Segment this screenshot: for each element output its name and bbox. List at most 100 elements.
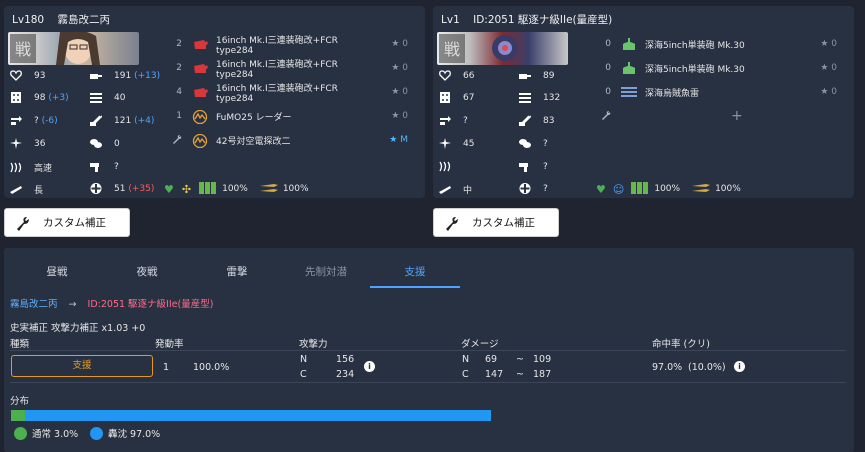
stat-torpedo: 40 (90, 92, 125, 103)
right-ship-header: Lv1 ID:2051 駆逐ナ級IIe(量産型) (441, 12, 622, 27)
fuel-percent: 100% (222, 184, 248, 194)
aircraft-icon (10, 138, 22, 149)
stat-asw-value: 0 (114, 138, 120, 149)
equipment-row[interactable]: 0 深海5inch単装砲 Mk.30 ★ 0 (597, 37, 837, 51)
red-gun-icon (192, 62, 208, 74)
legend-sink: 轟沈 97.0% (90, 426, 160, 440)
equipment-row[interactable]: 1 FuMO25 レーダー ★ 0 (168, 109, 408, 125)
right-ship-name: ID:2051 駆逐ナ級IIe(量産型) (473, 14, 613, 26)
stat-evasion-value: ? (463, 115, 468, 126)
tab-opening-asw[interactable]: 先制対潜 (281, 264, 371, 279)
equipment-row[interactable]: 4 16inch Mk.I三連装砲改+FCR type284 ★ 0 (168, 84, 408, 104)
power-c-label: C (300, 369, 307, 380)
equipment-slot: 0 (605, 87, 611, 97)
power-n-value: 156 (336, 354, 355, 365)
damage-n-tilde: ~ (516, 354, 524, 365)
equipment-row[interactable]: 0 深海烏賊魚雷 ★ 0 (597, 85, 837, 99)
heart-icon (10, 70, 22, 81)
asw-icon (90, 138, 102, 149)
stat-aircraft: 45 (439, 138, 474, 149)
tab-support[interactable]: 支援 (370, 264, 460, 279)
speed-icon (10, 162, 22, 173)
equipment-slot: 4 (176, 87, 182, 97)
hit-info-icon[interactable]: i (734, 361, 745, 372)
stat-torpedo: 132 (519, 92, 560, 103)
torpedo-stat-icon (519, 92, 531, 103)
smile-icon: ☺ (612, 182, 625, 196)
equipment-row[interactable]: 2 16inch Mk.I三連装砲改+FCR type284 ★ 0 (168, 36, 408, 56)
green-gun-icon (621, 62, 637, 74)
support-type-button[interactable]: 支援 (11, 355, 153, 377)
radar-icon (192, 133, 208, 149)
custom-correction-label: カスタム補正 (43, 217, 106, 229)
svg-text:戦: 戦 (15, 40, 31, 59)
stat-firepower-value: 191 (114, 70, 132, 81)
tab-day-battle[interactable]: 昼戦 (12, 264, 102, 279)
stat-evasion: ? (439, 115, 468, 126)
distribution-label: 分布 (10, 396, 30, 407)
equipment-slot: 2 (176, 39, 182, 49)
damage-n-label: N (462, 354, 470, 365)
equipment-star: ★ 0 (391, 87, 408, 97)
left-ship-level: Lv180 (12, 14, 45, 26)
stat-hp-value: 93 (34, 70, 46, 81)
stat-firepower: 89 (519, 70, 554, 81)
stat-luck: ? (519, 183, 548, 194)
equipment-name: 深海烏賊魚雷 (645, 88, 700, 99)
custom-correction-button-right[interactable]: カスタム補正 (433, 208, 559, 237)
firepower-icon (519, 70, 531, 81)
defender-name: ID:2051 駆逐ナ級IIe(量産型) (87, 299, 214, 310)
equipment-add-row[interactable]: + (597, 108, 807, 124)
equipment-name: 深海5inch単装砲 Mk.30 (645, 40, 745, 51)
stat-hp: 66 (439, 70, 474, 81)
legend-normal-label: 通常 3.0% (32, 429, 79, 440)
tab-torpedo[interactable]: 雷撃 (192, 264, 282, 279)
stat-firepower: 191 (+13) (90, 70, 160, 81)
stat-luck-value: 51 (114, 183, 126, 194)
header-rate: 発動率 (155, 339, 184, 350)
left-ship-header: Lv180 霧島改二丙 (12, 12, 120, 27)
evasion-icon (10, 115, 22, 126)
right-ship-banner[interactable]: 戦 (437, 32, 568, 65)
active-tab-indicator (370, 286, 460, 288)
custom-correction-button-left[interactable]: カスタム補正 (4, 208, 130, 237)
stat-range: 長 (10, 183, 43, 196)
equipment-row[interactable]: 0 深海5inch単装砲 Mk.30 ★ 0 (597, 61, 837, 75)
trigger-count: 1 (163, 362, 170, 373)
target-icon: ✣ (181, 182, 192, 196)
stat-asw: ? (519, 138, 548, 149)
stat-aircraft-value: 36 (34, 138, 46, 149)
equipment-row[interactable]: 42号対空電探改二 ★ M (168, 133, 408, 149)
speed-icon (439, 161, 451, 172)
equipment-star: ★ 0 (391, 63, 408, 73)
damage-n-max: 109 (533, 354, 552, 365)
header-divider (10, 350, 846, 351)
enemy-portrait-image: 戦 (439, 34, 518, 63)
stat-torpedo-value: 40 (114, 92, 126, 103)
stat-aa: 83 (519, 115, 554, 126)
green-gun-icon (621, 38, 637, 50)
distribution-bar (11, 410, 491, 421)
right-ship-level: Lv1 (441, 14, 460, 26)
torpedo-stat-icon (90, 92, 102, 103)
aircraft-icon (439, 138, 451, 149)
attacker-name: 霧島改二丙 (10, 299, 58, 310)
stat-range: 中 (439, 183, 472, 196)
stat-evasion-value: ? (34, 115, 39, 126)
equipment-name: 深海5inch単装砲 Mk.30 (645, 64, 745, 75)
left-ship-banner[interactable]: 戦 (8, 32, 139, 65)
power-info-icon[interactable]: i (364, 361, 375, 372)
distribution-normal-segment (11, 410, 26, 421)
armor-icon (439, 92, 451, 103)
equipment-row[interactable]: 2 16inch Mk.I三連装砲改+FCR type284 ★ 0 (168, 60, 408, 80)
damage-c-tilde: ~ (516, 369, 524, 380)
row-divider (10, 382, 846, 383)
stat-los-value: ? (543, 161, 548, 172)
equipment-name: 16inch Mk.I三連装砲改+FCR type284 (216, 35, 338, 56)
tab-night-battle[interactable]: 夜戦 (102, 264, 192, 279)
add-equipment-icon[interactable]: + (731, 108, 743, 124)
left-ship-status-row: ♥ ✣ 100% 100% (164, 181, 309, 196)
heart-green-icon: ♥ (596, 182, 606, 196)
stat-firepower-bonus: (+13) (134, 70, 161, 81)
legend-normal-dot (14, 426, 27, 440)
